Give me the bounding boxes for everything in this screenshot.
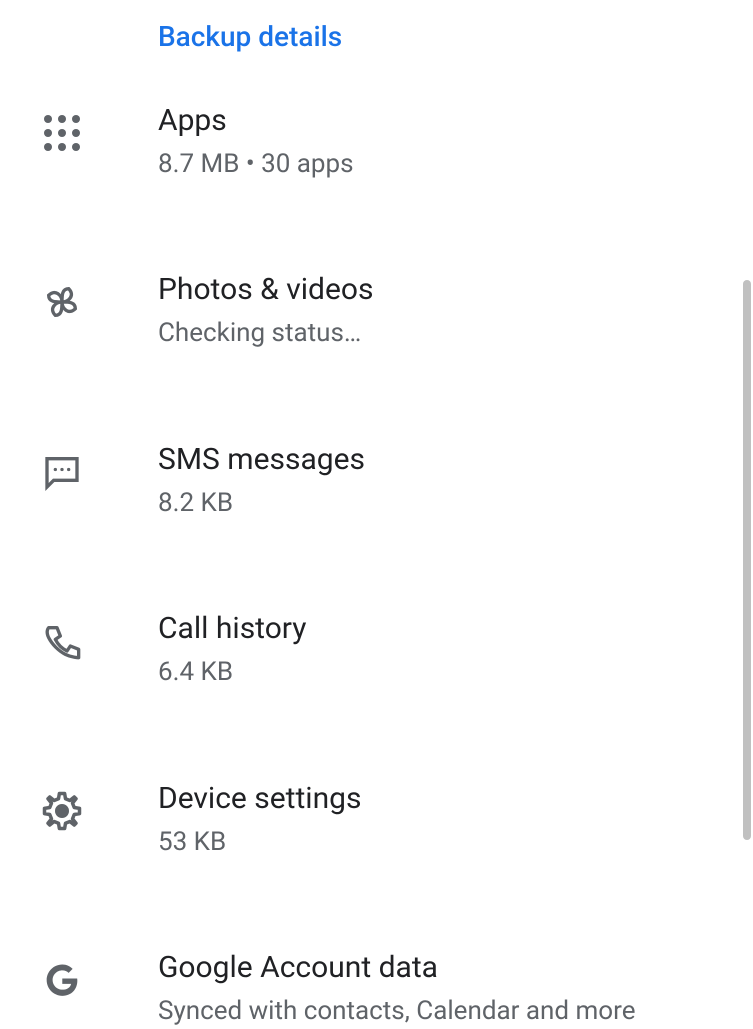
item-subtitle: Checking status… [158,315,373,351]
item-subtitle: 53 KB [158,824,362,860]
section-header: Backup details [0,20,753,53]
item-title: SMS messages [158,440,365,479]
item-subtitle: 8.2 KB [158,485,365,521]
item-title: Device settings [158,779,362,818]
gear-icon [38,787,86,835]
phone-icon [38,617,86,665]
backup-item-device-settings[interactable]: Device settings 53 KB [0,779,753,860]
message-icon [38,448,86,496]
item-title: Apps [158,101,354,140]
backup-item-google-account[interactable]: Google Account data Synced with contacts… [0,948,753,1029]
backup-item-photos[interactable]: Photos & videos Checking status… [0,270,753,351]
google-g-icon [38,956,86,1004]
backup-item-apps[interactable]: Apps 8.7 MB • 30 apps [0,101,753,182]
backup-item-sms[interactable]: SMS messages 8.2 KB [0,440,753,521]
scrollbar[interactable] [743,280,751,840]
backup-item-call-history[interactable]: Call history 6.4 KB [0,609,753,690]
item-title: Call history [158,609,306,648]
apps-icon [38,109,86,157]
item-subtitle: 6.4 KB [158,654,306,690]
item-title: Photos & videos [158,270,373,309]
item-subtitle: 8.7 MB • 30 apps [158,146,354,182]
item-title: Google Account data [158,948,635,987]
photos-pinwheel-icon [38,278,86,326]
